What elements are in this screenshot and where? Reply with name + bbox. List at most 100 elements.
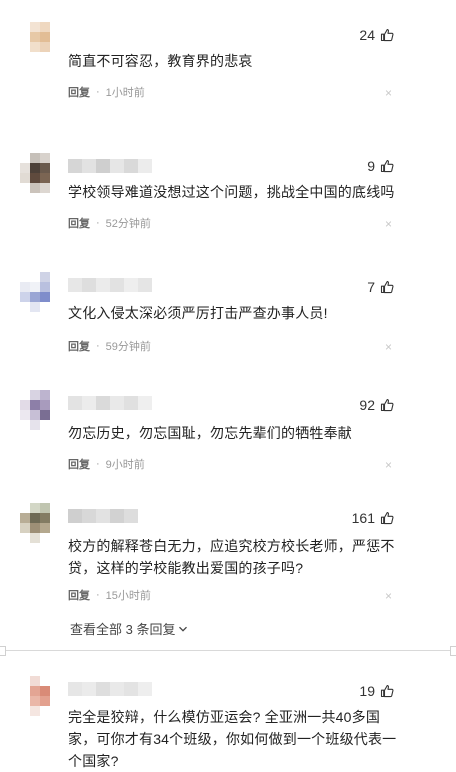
avatar-pixel: [50, 503, 60, 513]
avatar-pixel: [40, 282, 50, 292]
avatar-pixel: [40, 523, 50, 533]
avatar-pixel: [40, 22, 50, 32]
username-pixel: [124, 159, 138, 173]
thumbs-up-icon[interactable]: [380, 280, 394, 294]
username-pixel: [124, 509, 138, 523]
avatar-pixel: [40, 272, 50, 282]
username-pixel: [110, 682, 124, 696]
avatar-pixel: [30, 513, 40, 523]
view-all-replies-button[interactable]: 查看全部 3 条回复: [70, 619, 188, 638]
username-pixel: [124, 396, 138, 410]
separator-dot: ·: [96, 340, 100, 352]
close-icon[interactable]: ×: [385, 86, 392, 100]
divider-end-left: [0, 646, 6, 656]
avatar-pixel: [20, 183, 30, 193]
thumbs-up-icon[interactable]: [380, 159, 394, 173]
avatar-pixel: [50, 706, 60, 716]
like-count[interactable]: 92: [359, 395, 394, 415]
avatar-pixel: [20, 706, 30, 716]
username-pixel: [138, 682, 152, 696]
close-icon[interactable]: ×: [385, 589, 392, 603]
close-icon[interactable]: ×: [385, 217, 392, 231]
username-blurred[interactable]: [68, 396, 152, 410]
avatar[interactable]: [20, 676, 60, 716]
avatar-pixel: [30, 32, 40, 42]
separator-dot: ·: [96, 217, 100, 229]
avatar-pixel: [50, 272, 60, 282]
avatar-pixel: [30, 163, 40, 173]
username-pixel: [82, 396, 96, 410]
avatar-pixel: [50, 513, 60, 523]
avatar-pixel: [30, 400, 40, 410]
avatar-pixel: [40, 302, 50, 312]
reply-button[interactable]: 回复: [68, 338, 90, 354]
avatar-pixel: [20, 533, 30, 543]
username-pixel: [96, 396, 110, 410]
avatar-pixel: [40, 533, 50, 543]
like-count[interactable]: 161: [352, 508, 394, 528]
avatar-pixel: [50, 302, 60, 312]
avatar-pixel: [30, 390, 40, 400]
avatar-pixel: [20, 22, 30, 32]
thumbs-up-icon[interactable]: [380, 511, 394, 525]
avatar-pixel: [20, 32, 30, 42]
comment-text: 完全是狡辩，什么模仿亚运会? 全亚洲一共40多国家，可你才有34个班级，你如何做…: [68, 709, 397, 769]
avatar-pixel: [50, 282, 60, 292]
like-count[interactable]: 9: [367, 156, 394, 176]
username-pixel: [68, 682, 82, 696]
avatar[interactable]: [20, 503, 60, 543]
thumbs-up-icon[interactable]: [380, 28, 394, 42]
avatar-pixel: [50, 22, 60, 32]
avatar[interactable]: [20, 390, 60, 430]
username-pixel: [110, 159, 124, 173]
avatar[interactable]: [20, 153, 60, 193]
username-pixel: [138, 278, 152, 292]
like-count-text: 24: [359, 27, 375, 43]
avatar-pixel: [20, 410, 30, 420]
avatar-pixel: [30, 523, 40, 533]
username-pixel: [138, 159, 152, 173]
avatar-pixel: [50, 676, 60, 686]
username-blurred[interactable]: [68, 682, 152, 696]
close-icon[interactable]: ×: [385, 458, 392, 472]
username-pixel: [82, 682, 96, 696]
avatar-pixel: [30, 173, 40, 183]
comment-text: 学校领导难道没想过这个问题，挑战全中国的底线吗: [68, 184, 395, 200]
comment-text: 勿忘历史，勿忘国耻，勿忘先辈们的牺牲奉献: [68, 425, 352, 441]
reply-button[interactable]: 回复: [68, 587, 90, 603]
close-icon[interactable]: ×: [385, 340, 392, 354]
avatar-pixel: [50, 52, 60, 62]
username-pixel: [96, 278, 110, 292]
avatar-pixel: [40, 42, 50, 52]
username-blurred[interactable]: [68, 159, 152, 173]
separator-dot: ·: [96, 86, 100, 98]
reply-button[interactable]: 回复: [68, 215, 90, 231]
avatar-pixel: [20, 513, 30, 523]
username-blurred[interactable]: [68, 509, 138, 523]
avatar-pixel: [20, 420, 30, 430]
username-pixel: [110, 509, 124, 523]
avatar[interactable]: [20, 22, 60, 62]
username-blurred[interactable]: [68, 278, 152, 292]
timestamp: 52分钟前: [105, 218, 151, 230]
like-count[interactable]: 19: [359, 681, 394, 701]
username-pixel: [110, 396, 124, 410]
avatar[interactable]: [20, 272, 60, 312]
reply-button[interactable]: 回复: [68, 84, 90, 100]
avatar-pixel: [40, 173, 50, 183]
comment-text: 文化入侵太深必须严厉打击严查办事人员!: [68, 305, 328, 321]
avatar-pixel: [30, 420, 40, 430]
avatar-pixel: [20, 676, 30, 686]
comment-text: 简直不可容忍，教育界的悲哀: [68, 53, 253, 69]
avatar-pixel: [40, 163, 50, 173]
avatar-pixel: [20, 52, 30, 62]
chevron-down-icon: [179, 626, 188, 632]
thumbs-up-icon[interactable]: [380, 398, 394, 412]
username-pixel: [138, 396, 152, 410]
thumbs-up-icon[interactable]: [380, 684, 394, 698]
username-pixel: [96, 509, 110, 523]
like-count[interactable]: 7: [367, 277, 394, 297]
like-count-text: 7: [367, 279, 375, 295]
like-count[interactable]: 24: [359, 25, 394, 45]
reply-button[interactable]: 回复: [68, 456, 90, 472]
